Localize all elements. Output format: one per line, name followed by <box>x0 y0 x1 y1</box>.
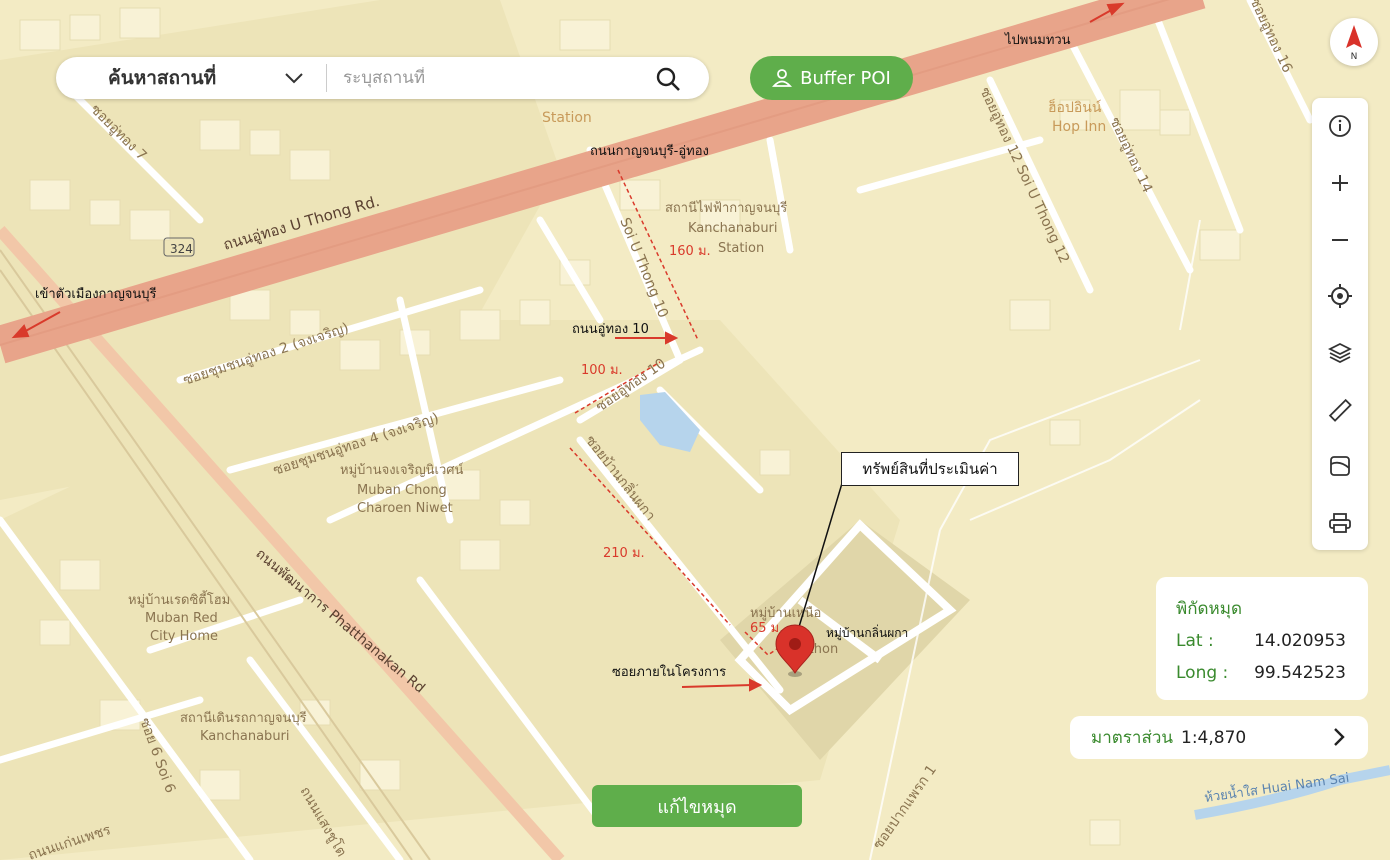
scale-label: มาตราส่วน <box>1091 728 1174 748</box>
map-style-icon <box>1330 456 1350 476</box>
compass-button[interactable]: N <box>1330 18 1378 66</box>
edit-pin-button[interactable]: แก้ไขหมุด <box>592 785 802 827</box>
label-hop-inn-th: ฮ็อปอินน์ <box>1048 98 1102 116</box>
zoom-out-button[interactable] <box>1312 220 1368 260</box>
map-style-button[interactable] <box>1312 446 1368 486</box>
label-hop-inn-en: Hop Inn <box>1052 119 1106 135</box>
label-village-th: หมู่บ้านเหนือ <box>750 605 821 621</box>
label-service-station: Station <box>542 110 592 126</box>
annotation-road-kanchanaburi-uthong: ถนนกาญจนบุรี-อู่ทอง <box>590 143 709 159</box>
annotation-dist-100: 100 ม. <box>581 363 623 378</box>
zoom-in-button[interactable] <box>1312 163 1368 203</box>
search-input[interactable] <box>327 67 635 89</box>
long-label: Long : <box>1176 663 1229 683</box>
annotation-dist-210: 210 ม. <box>603 546 645 561</box>
edit-pin-label: แก้ไขหมุด <box>657 796 737 818</box>
compass-n-label: N <box>1351 52 1358 62</box>
user-icon <box>772 69 793 87</box>
layers-button[interactable] <box>1312 333 1368 373</box>
label-muban-red-en1: Muban Red <box>145 611 218 626</box>
label-muban-red-th: หมู่บ้านเรดซิตี้โฮม <box>128 590 230 608</box>
print-icon <box>1329 513 1351 533</box>
annotation-to-city: เข้าตัวเมืองกาญจนบุรี <box>35 286 157 302</box>
annotation-road-uthong10: ถนนอู่ทอง 10 <box>572 322 649 337</box>
label-station-th: สถานีไฟฟ้ากาญจนบุรี <box>665 200 787 216</box>
label-route-324: 324 <box>170 242 193 256</box>
lat-value: 14.020953 <box>1254 631 1346 651</box>
label-rail-station-en: Kanchanaburi <box>200 729 290 744</box>
locate-icon <box>1328 284 1352 308</box>
asset-annotation-box: ทรัพย์สินที่ประเมินค่า <box>841 452 1019 486</box>
info-icon <box>1329 115 1351 137</box>
layers-icon <box>1328 342 1352 364</box>
label-muban-chong-th: หมู่บ้านจงเจริญนิเวศน์ <box>340 462 464 478</box>
buffer-poi-label: Buffer POI <box>800 67 891 89</box>
scale-value: 1:4,870 <box>1181 727 1247 748</box>
ruler-button[interactable] <box>1312 390 1368 430</box>
buffer-poi-button[interactable]: Buffer POI <box>750 56 913 100</box>
annotation-to-phanom-thuan: ไปพนมทวน <box>1004 32 1071 48</box>
zoom-in-icon <box>1332 175 1348 191</box>
compass-north-icon: N <box>1346 25 1362 62</box>
search-bar: ค้นหาสถานที่ <box>56 57 709 99</box>
asset-annotation-label: ทรัพย์สินที่ประเมินค่า <box>862 460 998 478</box>
search-type-dropdown[interactable]: ค้นหาสถานที่ <box>56 63 326 93</box>
chevron-right-icon[interactable] <box>1332 726 1346 748</box>
label-rail-station-th: สถานีเดินรถกาญจนบุรี <box>180 710 307 726</box>
map-toolbar <box>1312 98 1368 550</box>
label-muban-chong-en2: Charoen Niwet <box>357 501 453 516</box>
print-button[interactable] <box>1312 503 1368 543</box>
annotation-project-soi: ซอยภายในโครงการ <box>612 664 726 680</box>
coordinate-panel: พิกัดหมุด Lat : 14.020953 Long : 99.5425… <box>1156 577 1368 700</box>
info-button[interactable] <box>1312 106 1368 146</box>
chevron-down-icon <box>285 73 303 84</box>
locate-button[interactable] <box>1312 276 1368 316</box>
search-type-label: ค้นหาสถานที่ <box>108 67 217 89</box>
lat-label: Lat : <box>1176 631 1214 651</box>
coordinate-title: พิกัดหมุด <box>1176 599 1242 619</box>
label-station-en1: Kanchanaburi <box>688 221 778 236</box>
long-value: 99.542523 <box>1254 663 1346 683</box>
label-muban-chong-en1: Muban Chong <box>357 483 447 498</box>
annotation-village: หมู่บ้านกลิ่นผกา <box>826 624 908 641</box>
label-station-en2: Station <box>718 241 764 256</box>
label-muban-red-en2: City Home <box>150 629 218 644</box>
scale-panel[interactable]: มาตราส่วน 1:4,870 <box>1070 716 1368 759</box>
ruler-icon <box>1328 398 1352 422</box>
annotation-dist-160: 160 ม. <box>669 244 711 259</box>
search-icon[interactable] <box>655 66 681 96</box>
zoom-out-icon <box>1332 239 1348 241</box>
